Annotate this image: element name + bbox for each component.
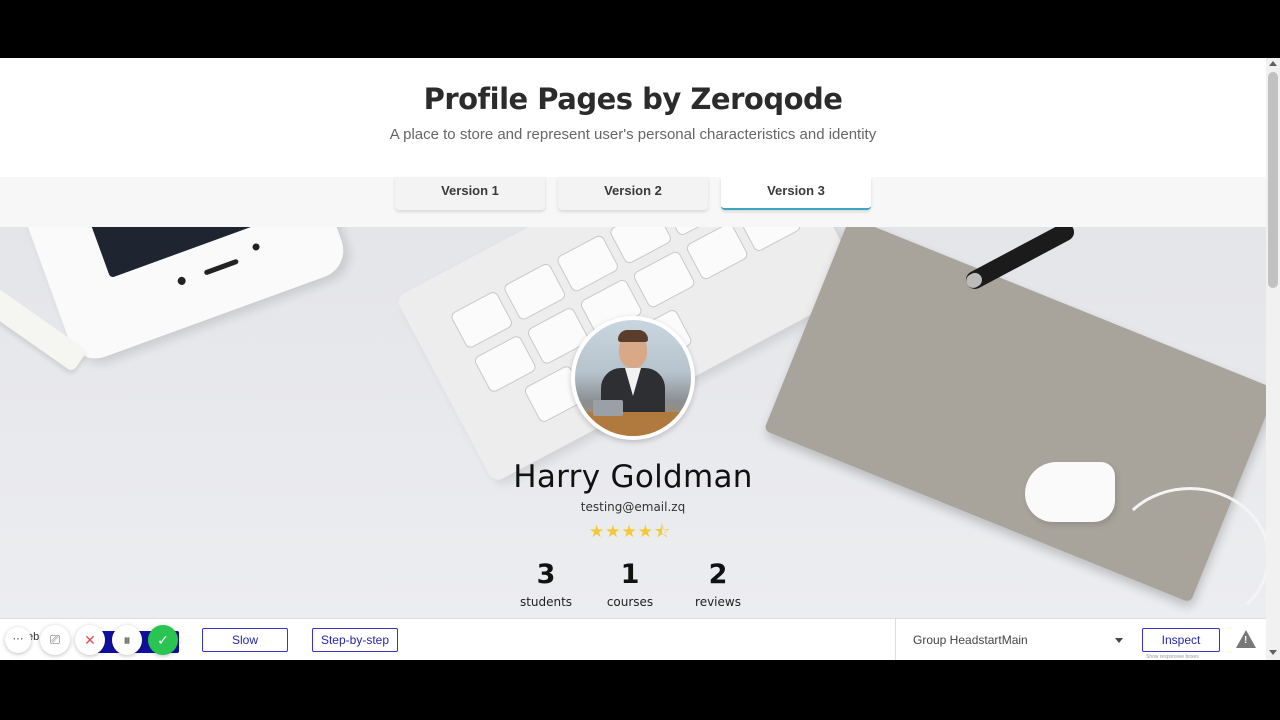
step-by-step-button[interactable]: Step-by-step	[312, 628, 398, 652]
group-select[interactable]: Group HeadstartMain	[903, 628, 1131, 652]
stat-value: 2	[708, 559, 728, 590]
inspect-button[interactable]: Inspect	[1142, 628, 1220, 652]
avatar-photo	[575, 320, 691, 436]
stat-value: 3	[536, 559, 556, 590]
stat-students: 3 students	[506, 557, 586, 609]
stat-reviews: 2 reviews	[678, 557, 758, 609]
stat-label: students	[519, 595, 573, 609]
page-header: Profile Pages by Zeroqode A place to sto…	[0, 58, 1266, 177]
pen-decoration	[962, 227, 1078, 293]
avatar	[571, 316, 695, 440]
chevron-down-icon	[1115, 638, 1123, 643]
scroll-up-icon[interactable]	[1269, 61, 1277, 66]
vertical-scrollbar[interactable]	[1266, 58, 1280, 660]
close-icon[interactable]: ✕	[75, 625, 105, 655]
warning-icon[interactable]: !	[1236, 630, 1256, 648]
more-icon[interactable]: ⋯	[5, 627, 31, 653]
pause-icon[interactable]: ⏸	[112, 625, 142, 655]
profile-email: testing@email.zq	[580, 500, 686, 514]
stat-value: 1	[620, 559, 640, 590]
profile-hero: Harry Goldman testing@email.zq ★★★★⯪ 3 s…	[0, 227, 1266, 619]
letterbox-top	[0, 0, 1280, 58]
stat-label: reviews	[695, 595, 741, 609]
group-select-value: Group HeadstartMain	[913, 633, 1028, 647]
rating-stars-icon: ★★★★⯪	[589, 522, 672, 541]
browser-viewport: Profile Pages by Zeroqode A place to sto…	[0, 58, 1280, 660]
debug-toolbar: eb ⋯ ⎚ ✕ ⏸ ✓ Slow Step-by-step Group Hea…	[0, 618, 1266, 660]
scroll-down-icon[interactable]	[1269, 650, 1277, 655]
stat-label: courses	[606, 595, 654, 609]
camera-icon[interactable]: ⎚	[40, 625, 70, 655]
scroll-thumb[interactable]	[1268, 72, 1278, 288]
letterbox-bottom	[0, 660, 1280, 720]
toolbar-divider	[895, 619, 896, 660]
page-title: Profile Pages by Zeroqode	[423, 82, 843, 116]
profile-name: Harry Goldman	[513, 459, 753, 495]
tab-version-2[interactable]: Version 2	[558, 177, 708, 210]
version-tabs: Version 1 Version 2 Version 3	[0, 177, 1266, 227]
slow-button[interactable]: Slow	[202, 628, 288, 652]
check-icon[interactable]: ✓	[148, 625, 178, 655]
tab-version-3[interactable]: Version 3	[721, 177, 871, 210]
page-subtitle: A place to store and represent user's pe…	[389, 126, 877, 143]
stat-courses: 1 courses	[590, 557, 670, 609]
tab-version-1[interactable]: Version 1	[395, 177, 545, 210]
